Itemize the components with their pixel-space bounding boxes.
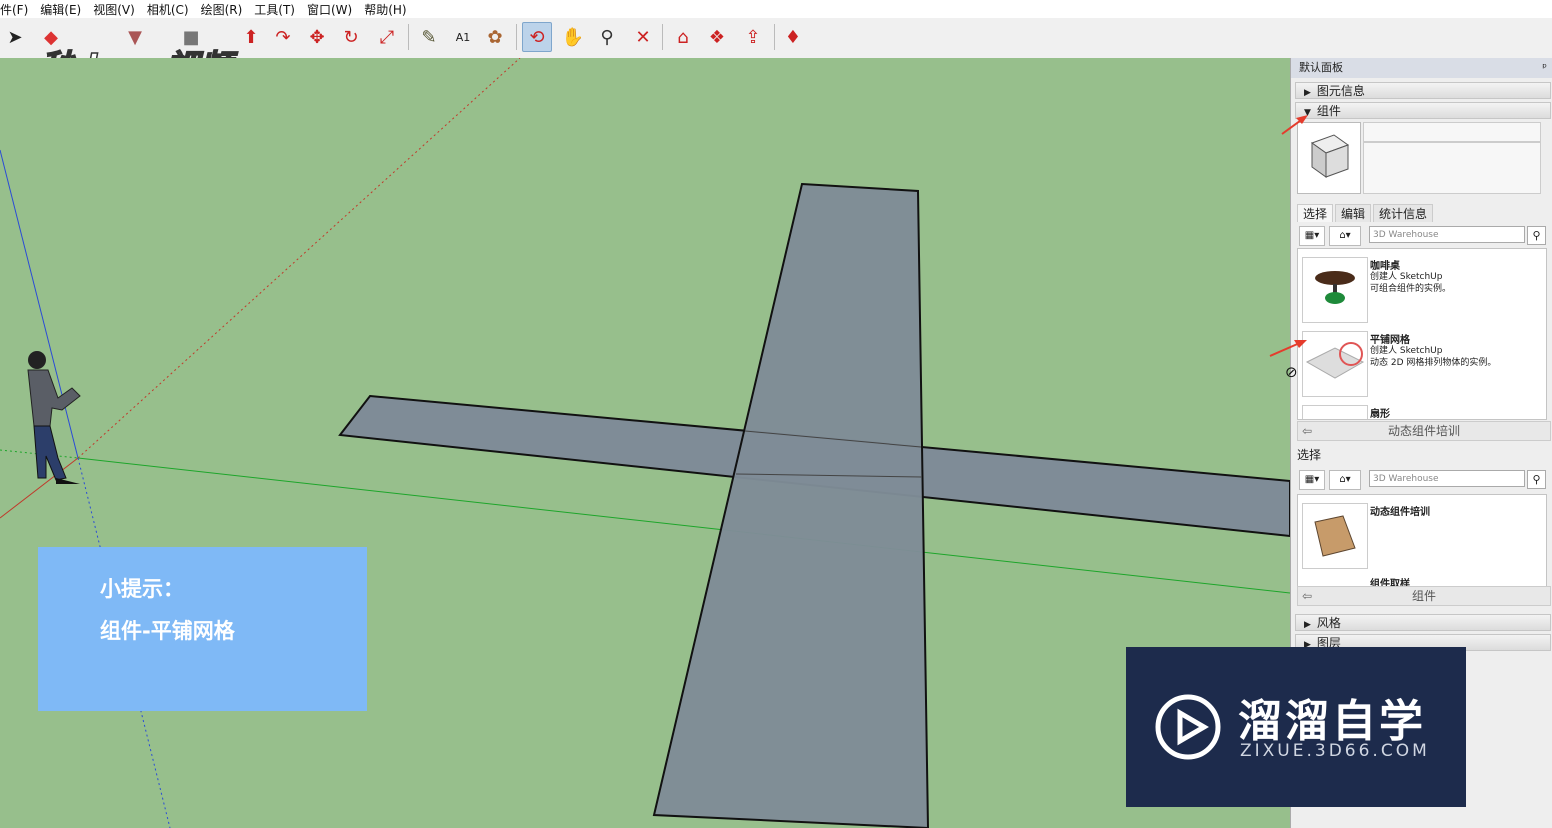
- tab-edit[interactable]: 编辑: [1335, 204, 1372, 222]
- model-viewport[interactable]: 小提示： 组件-平铺网格: [0, 58, 1290, 828]
- warehouse-icon[interactable]: ⌂: [668, 22, 698, 52]
- zoom-extents-icon[interactable]: ✕: [628, 22, 658, 52]
- home-icon[interactable]: ⌂▾: [1329, 226, 1361, 246]
- panel-title: 默认面板 ᵖ: [1291, 58, 1552, 78]
- menu-tools[interactable]: 工具(T): [248, 1, 301, 18]
- cube-icon: [1310, 134, 1350, 178]
- menu-view[interactable]: 视图(V): [87, 1, 141, 18]
- coffee-table-thumbnail: [1302, 257, 1368, 323]
- home-icon-2[interactable]: ⌂▾: [1329, 470, 1361, 490]
- human-figure[interactable]: [27, 351, 81, 484]
- component-description-field[interactable]: [1363, 142, 1541, 194]
- tab-statistics[interactable]: 统计信息: [1373, 204, 1434, 222]
- section-entity-info[interactable]: ▶ 图元信息: [1295, 82, 1551, 99]
- move-icon[interactable]: ✥: [302, 22, 332, 52]
- select-icon[interactable]: ➤: [0, 22, 30, 52]
- menu-draw[interactable]: 绘图(R): [195, 1, 249, 18]
- watermark-url: ZIXUE.3D66.COM: [1240, 741, 1430, 761]
- menu-edit[interactable]: 编辑(E): [34, 1, 87, 18]
- scene-canvas: [0, 58, 1290, 828]
- push-pull-icon[interactable]: ⬆: [236, 22, 266, 52]
- watermark-logo: 溜溜自学 ZIXUE.3D66.COM: [1126, 647, 1466, 807]
- menu-help[interactable]: 帮助(H): [358, 1, 412, 18]
- red-axis-dotted: [77, 58, 521, 459]
- ruby-icon[interactable]: ♦: [778, 22, 808, 52]
- pan-icon[interactable]: ✋: [558, 22, 588, 52]
- tip-box: 小提示： 组件-平铺网格: [38, 547, 367, 711]
- component-preview: [1297, 122, 1361, 194]
- collapse-icon: ▼: [1304, 108, 1311, 118]
- share-icon[interactable]: ⇪: [738, 22, 768, 52]
- nav-bar-components: ⇦ 组件: [1297, 586, 1551, 606]
- zoom-icon[interactable]: ⚲: [592, 22, 622, 52]
- nav-bar-collection: ⇦ 动态组件培训: [1297, 421, 1551, 441]
- search-row: ▦▾ ⌂▾ 3D Warehouse ⚲: [1297, 224, 1547, 246]
- play-logo-icon: [1155, 694, 1221, 760]
- tape-measure-icon[interactable]: ✎: [414, 22, 444, 52]
- menu-bar: 件(F) 编辑(E) 视图(V) 相机(C) 绘图(R) 工具(T) 窗口(W)…: [0, 0, 1552, 18]
- search-icon[interactable]: ⚲: [1527, 226, 1546, 245]
- folder-thumbnail: [1302, 503, 1368, 569]
- list-item[interactable]: 咖啡桌 创建人 SketchUp 可组合组件的实例。: [1300, 257, 1540, 327]
- view-options-icon-2[interactable]: ▦▾: [1299, 470, 1325, 490]
- vertical-strip[interactable]: [652, 182, 930, 828]
- follow-me-icon[interactable]: ↷: [268, 22, 298, 52]
- component-name-field[interactable]: [1363, 122, 1541, 142]
- rotate-icon[interactable]: ↻: [336, 22, 366, 52]
- list-item[interactable]: 扇形: [1300, 405, 1540, 419]
- secondary-select-label: 选择: [1297, 448, 1322, 462]
- list-item[interactable]: 动态组件培训: [1300, 503, 1540, 573]
- component-list-secondary: 动态组件培训 组件取样: [1297, 494, 1547, 588]
- pin-icon[interactable]: ᵖ: [1542, 58, 1547, 78]
- folder-icon: [1314, 515, 1356, 557]
- orbit-icon[interactable]: ⟲: [522, 22, 552, 52]
- toolbar: ➤ ◆ ▼ ■ ⬆ ↷ ✥ ↻ ⤢ ✎ A1 ✿ ⟲ ✋ ⚲ ✕ ⌂ ❖ ⇪ ♦…: [0, 18, 1552, 89]
- search-input-2[interactable]: 3D Warehouse: [1369, 470, 1525, 487]
- view-options-icon[interactable]: ▦▾: [1299, 226, 1325, 246]
- sector-thumbnail: [1302, 405, 1368, 419]
- section-components[interactable]: ▼ 组件: [1295, 102, 1551, 119]
- search-icon-2[interactable]: ⚲: [1527, 470, 1546, 489]
- expand-icon: ▶: [1304, 88, 1311, 98]
- menu-window[interactable]: 窗口(W): [301, 1, 358, 18]
- scale-icon[interactable]: ⤢: [372, 22, 402, 52]
- text-icon[interactable]: A1: [448, 22, 478, 52]
- component-tabs: 选择 编辑 统计信息: [1297, 204, 1435, 222]
- not-allowed-cursor-icon: ⊘: [1285, 363, 1298, 381]
- component-list: 咖啡桌 创建人 SketchUp 可组合组件的实例。 平铺网格 创建人 Sket…: [1297, 248, 1547, 420]
- tab-select[interactable]: 选择: [1297, 204, 1334, 222]
- expand-icon: ▶: [1304, 620, 1311, 630]
- search-row-secondary: ▦▾ ⌂▾ 3D Warehouse ⚲: [1297, 468, 1547, 490]
- paint-bucket-icon[interactable]: ✿: [480, 22, 510, 52]
- component-icon[interactable]: ❖: [702, 22, 732, 52]
- menu-file[interactable]: 件(F): [0, 1, 34, 18]
- tip-title: 小提示：: [100, 577, 184, 601]
- section-styles[interactable]: ▶ 风格: [1295, 614, 1551, 631]
- watermark-title: 溜溜自学: [1238, 696, 1426, 747]
- menu-camera[interactable]: 相机(C): [141, 1, 195, 18]
- tile-grid-thumbnail: [1302, 331, 1368, 397]
- table-icon: [1315, 271, 1355, 304]
- tip-content: 组件-平铺网格: [100, 619, 235, 643]
- search-input[interactable]: 3D Warehouse: [1369, 226, 1525, 243]
- grid-icon: [1305, 342, 1365, 379]
- list-item[interactable]: 平铺网格 创建人 SketchUp 动态 2D 网格排列物体的实例。: [1300, 331, 1540, 401]
